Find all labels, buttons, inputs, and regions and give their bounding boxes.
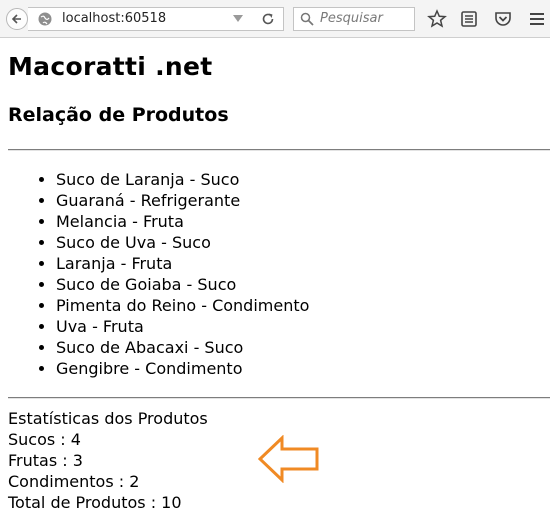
list-item: Uva - Fruta: [56, 316, 309, 337]
chevron-down-icon[interactable]: [233, 15, 243, 23]
divider-top: [8, 149, 550, 151]
bookmark-star-icon[interactable]: [427, 9, 447, 29]
list-item: Suco de Goiaba - Suco: [56, 274, 309, 295]
list-item: Guaraná - Refrigerante: [56, 190, 309, 211]
list-item: Pimenta do Reino - Condimento: [56, 295, 309, 316]
divider-bottom: [8, 397, 550, 399]
globe-icon: [38, 12, 52, 26]
list-item: Suco de Uva - Suco: [56, 232, 309, 253]
arrow-left-icon: [258, 435, 319, 483]
list-item: Melancia - Fruta: [56, 211, 309, 232]
stats-sucos: Sucos : 4: [8, 430, 81, 449]
page-subtitle: Relação de Produtos: [8, 104, 229, 126]
back-arrow-icon: [11, 14, 21, 24]
pocket-icon[interactable]: [493, 9, 513, 29]
search-placeholder: Pesquisar: [320, 11, 383, 26]
reading-list-icon[interactable]: [459, 9, 479, 29]
search-icon: [300, 12, 314, 26]
reload-icon[interactable]: [260, 11, 276, 27]
list-item: Laranja - Fruta: [56, 253, 309, 274]
stats-condimentos: Condimentos : 2: [8, 472, 140, 491]
list-item: Suco de Laranja - Suco: [56, 169, 309, 190]
stats-total: Total de Produtos : 10: [8, 493, 182, 512]
back-button[interactable]: [6, 8, 28, 30]
url-bar[interactable]: localhost:60518: [28, 7, 284, 31]
product-statistics: Estatísticas dos Produtos Sucos : 4 Frut…: [8, 408, 208, 513]
browser-toolbar: localhost:60518 Pesquisar: [0, 0, 550, 38]
product-list: Suco de Laranja - Suco Guaraná - Refrige…: [8, 169, 309, 379]
list-item: Suco de Abacaxi - Suco: [56, 337, 309, 358]
search-input[interactable]: Pesquisar: [293, 7, 415, 31]
url-text: localhost:60518: [62, 11, 167, 26]
stats-heading: Estatísticas dos Produtos: [8, 409, 208, 428]
page-title: Macoratti .net: [8, 52, 213, 81]
stats-frutas: Frutas : 3: [8, 451, 83, 470]
menu-icon[interactable]: [527, 9, 547, 29]
list-item: Gengibre - Condimento: [56, 358, 309, 379]
